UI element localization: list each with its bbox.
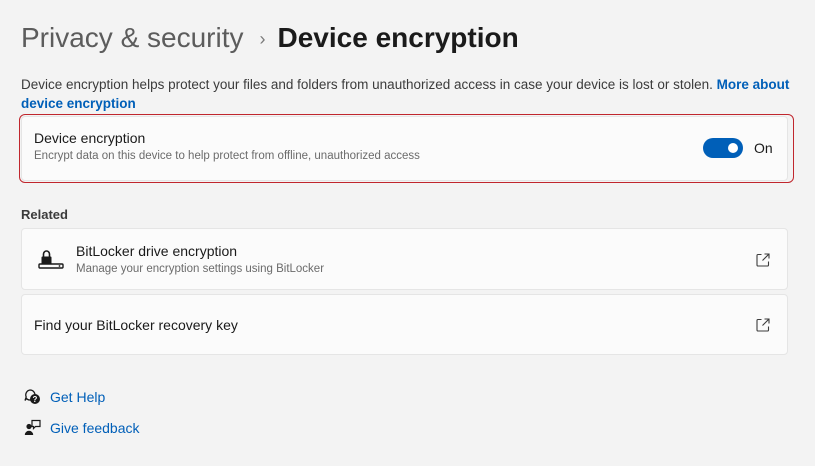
- bitlocker-drive-encryption-card[interactable]: BitLocker drive encryption Manage your e…: [21, 228, 788, 290]
- open-external-icon: [756, 253, 770, 267]
- feedback-icon: [24, 419, 41, 435]
- bitlocker-drive-icon: [38, 250, 64, 269]
- device-encryption-title: Device encryption: [34, 130, 146, 146]
- get-help-label: Get Help: [50, 388, 106, 405]
- toggle-knob: [728, 143, 738, 153]
- breadcrumb-parent-privacy-security[interactable]: Privacy & security: [21, 22, 244, 54]
- open-external-icon: [756, 318, 770, 332]
- breadcrumb-separator: ›: [259, 28, 266, 49]
- toggle-state-label: On: [754, 140, 773, 156]
- breadcrumb: Privacy & security › Device encryption: [21, 18, 519, 58]
- bitlocker-drive-encryption-subtitle: Manage your encryption settings using Bi…: [76, 263, 325, 275]
- find-bitlocker-recovery-key-card[interactable]: Find your BitLocker recovery key: [21, 294, 788, 355]
- get-help-link[interactable]: ? Get Help: [24, 388, 105, 405]
- page-title: Device encryption: [277, 22, 519, 53]
- related-section-label: Related: [21, 207, 68, 222]
- device-encryption-toggle[interactable]: [703, 138, 743, 158]
- description-text: Device encryption helps protect your fil…: [21, 77, 713, 92]
- page-description: Device encryption helps protect your fil…: [21, 75, 791, 113]
- device-encryption-card: Device encryption Encrypt data on this d…: [21, 116, 788, 181]
- give-feedback-link[interactable]: Give feedback: [24, 419, 140, 436]
- device-encryption-subtitle: Encrypt data on this device to help prot…: [34, 150, 420, 162]
- svg-text:?: ?: [33, 395, 38, 404]
- help-chat-icon: ?: [24, 389, 40, 404]
- find-bitlocker-recovery-key-title: Find your BitLocker recovery key: [34, 317, 238, 333]
- give-feedback-label: Give feedback: [50, 419, 140, 436]
- bitlocker-drive-encryption-title: BitLocker drive encryption: [76, 243, 238, 259]
